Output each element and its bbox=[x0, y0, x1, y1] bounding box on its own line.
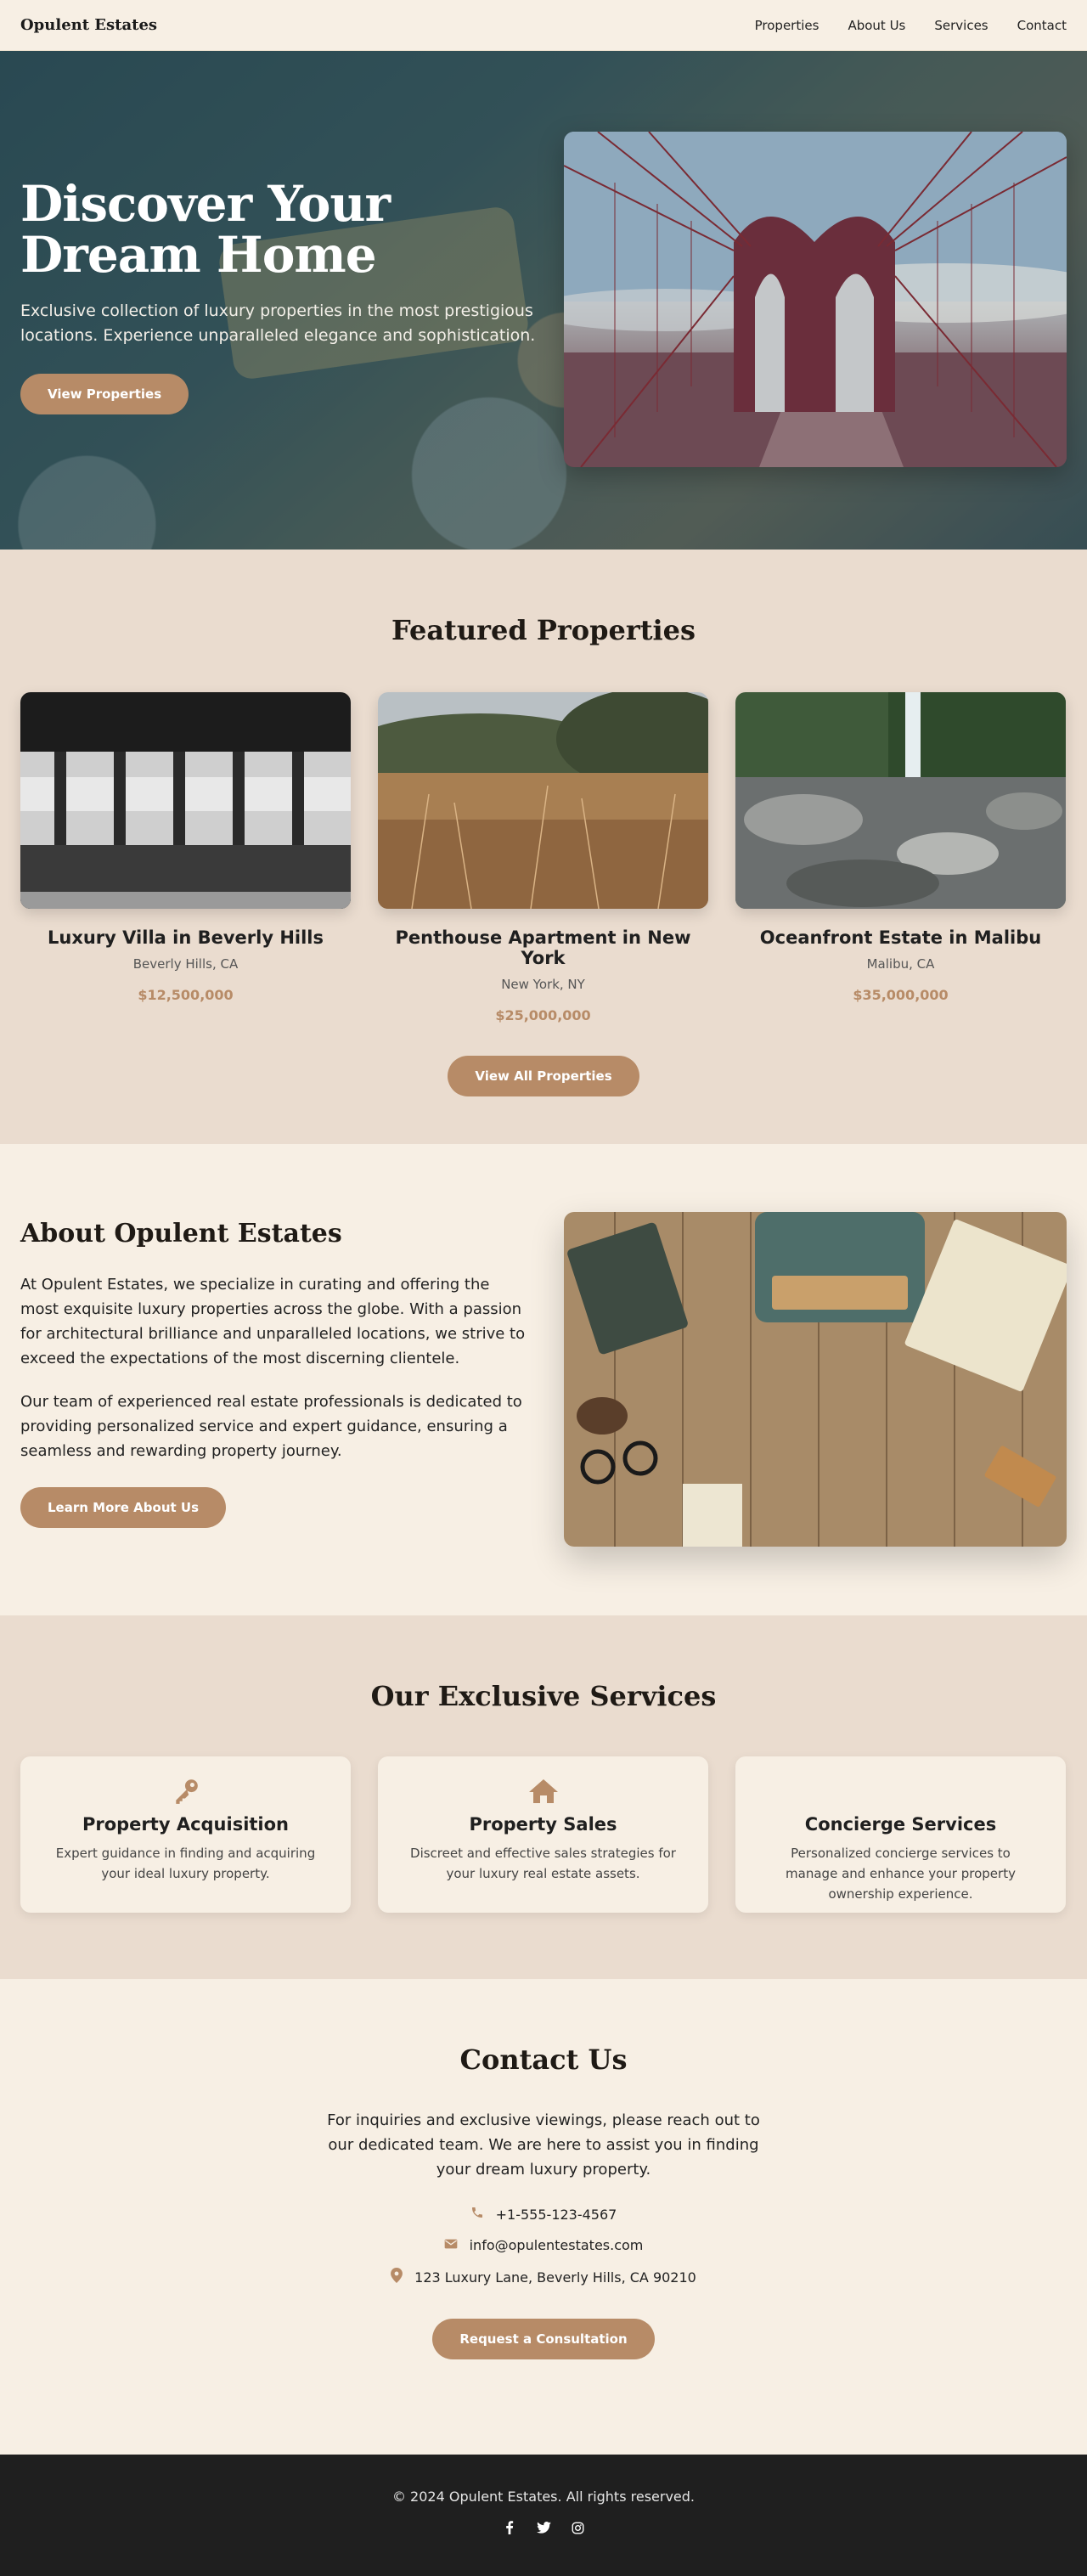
copyright-text: © 2024 Opulent Estates. All rights reser… bbox=[391, 2489, 696, 2505]
service-description: Discreet and effective sales strategies … bbox=[410, 1846, 676, 1881]
view-all-properties-button[interactable]: View All Properties bbox=[448, 1056, 639, 1096]
contact-email[interactable]: info@opulentestates.com bbox=[0, 2237, 1087, 2253]
hero-content: Discover Your Dream Home Exclusive colle… bbox=[20, 178, 547, 414]
contact-address: 123 Luxury Lane, Beverly Hills, CA 90210 bbox=[0, 2268, 1087, 2286]
phone-number: +1-555-123-4567 bbox=[495, 2206, 617, 2223]
envelope-icon bbox=[444, 2237, 458, 2253]
property-price: $12,500,000 bbox=[138, 987, 234, 1003]
top-navbar: Opulent Estates Properties About Us Serv… bbox=[0, 0, 1087, 51]
property-name: Penthouse Apartment in New York bbox=[395, 927, 691, 968]
hero-bridge-image bbox=[564, 132, 1067, 467]
home-icon bbox=[408, 1777, 678, 1806]
services-title: Our Exclusive Services bbox=[370, 1680, 717, 1712]
service-card: Property Sales Discreet and effective sa… bbox=[378, 1756, 708, 1913]
nav-link-services[interactable]: Services bbox=[934, 18, 988, 33]
property-name: Luxury Villa in Beverly Hills bbox=[47, 927, 324, 948]
service-description: Expert guidance in finding and acquiring… bbox=[55, 1846, 316, 1881]
service-cards: Property Acquisition Expert guidance in … bbox=[0, 1756, 1087, 1913]
nav-link-properties[interactable]: Properties bbox=[755, 18, 819, 33]
contact-section: Contact Us For inquiries and exclusive v… bbox=[0, 1979, 1087, 2455]
footer: © 2024 Opulent Estates. All rights reser… bbox=[0, 2455, 1087, 2576]
about-desk-image bbox=[564, 1212, 1067, 1547]
hero-section: Discover Your Dream Home Exclusive colle… bbox=[0, 51, 1087, 550]
key-icon bbox=[51, 1777, 320, 1806]
property-location: Beverly Hills, CA bbox=[132, 956, 239, 972]
property-location: Malibu, CA bbox=[866, 956, 935, 972]
property-location: New York, NY bbox=[501, 977, 585, 992]
nav-link-about[interactable]: About Us bbox=[848, 18, 905, 33]
concierge-icon-placeholder bbox=[766, 1777, 1035, 1806]
property-cards: Luxury Villa in Beverly Hills Beverly Hi… bbox=[0, 692, 1087, 1023]
request-consultation-button[interactable]: Request a Consultation bbox=[432, 2319, 655, 2359]
service-description: Personalized concierge services to manag… bbox=[786, 1846, 1016, 1902]
about-paragraph-2: Our team of experienced real estate prof… bbox=[20, 1393, 522, 1460]
property-image-station bbox=[20, 692, 351, 909]
view-properties-button[interactable]: View Properties bbox=[20, 374, 189, 414]
property-price: $35,000,000 bbox=[853, 987, 949, 1003]
bridge-illustration bbox=[564, 132, 1067, 467]
map-pin-icon bbox=[391, 2268, 403, 2286]
property-card[interactable]: Oceanfront Estate in Malibu Malibu, CA $… bbox=[735, 692, 1066, 1023]
property-card[interactable]: Penthouse Apartment in New York New York… bbox=[378, 692, 708, 1023]
service-title: Concierge Services bbox=[804, 1814, 997, 1835]
property-image-waterfall bbox=[735, 692, 1066, 909]
featured-properties-section: Featured Properties Luxury Villa in Beve… bbox=[0, 550, 1087, 1144]
property-image-field bbox=[378, 692, 708, 909]
property-card[interactable]: Luxury Villa in Beverly Hills Beverly Hi… bbox=[20, 692, 351, 1023]
nav-link-contact[interactable]: Contact bbox=[1017, 18, 1067, 33]
contact-details: +1-555-123-4567 info@opulentestates.com … bbox=[0, 2206, 1087, 2286]
service-card: Property Acquisition Expert guidance in … bbox=[20, 1756, 351, 1913]
facebook-icon[interactable] bbox=[502, 2520, 517, 2535]
service-title: Property Sales bbox=[469, 1814, 617, 1835]
hero-subtitle: Exclusive collection of luxury propertie… bbox=[20, 302, 536, 345]
social-links bbox=[0, 2520, 1087, 2535]
services-section: Our Exclusive Services Property Acquisit… bbox=[0, 1615, 1087, 1979]
about-title: About Opulent Estates bbox=[20, 1219, 342, 1249]
hero-title: Discover Your Dream Home bbox=[20, 175, 391, 284]
street-address: 123 Luxury Lane, Beverly Hills, CA 90210 bbox=[414, 2269, 696, 2286]
about-paragraph-1: At Opulent Estates, we specialize in cur… bbox=[20, 1276, 526, 1367]
contact-title: Contact Us bbox=[459, 2043, 628, 2076]
featured-title: Featured Properties bbox=[391, 614, 696, 646]
service-card: Concierge Services Personalized concierg… bbox=[735, 1756, 1066, 1913]
twitter-icon[interactable] bbox=[536, 2520, 551, 2535]
about-content: About Opulent Estates At Opulent Estates… bbox=[20, 1219, 530, 1528]
brand-logo[interactable]: Opulent Estates bbox=[20, 16, 157, 34]
phone-icon bbox=[470, 2206, 484, 2223]
nav-links: Properties About Us Services Contact bbox=[755, 18, 1067, 33]
contact-phone[interactable]: +1-555-123-4567 bbox=[0, 2206, 1087, 2223]
email-address: info@opulentestates.com bbox=[469, 2237, 644, 2253]
service-title: Property Acquisition bbox=[82, 1814, 290, 1835]
learn-more-button[interactable]: Learn More About Us bbox=[20, 1487, 227, 1528]
contact-text: For inquiries and exclusive viewings, pl… bbox=[327, 2111, 760, 2179]
instagram-icon[interactable] bbox=[570, 2520, 585, 2535]
about-section: About Opulent Estates At Opulent Estates… bbox=[0, 1144, 1087, 1615]
property-price: $25,000,000 bbox=[495, 1007, 591, 1023]
property-name: Oceanfront Estate in Malibu bbox=[759, 927, 1042, 948]
